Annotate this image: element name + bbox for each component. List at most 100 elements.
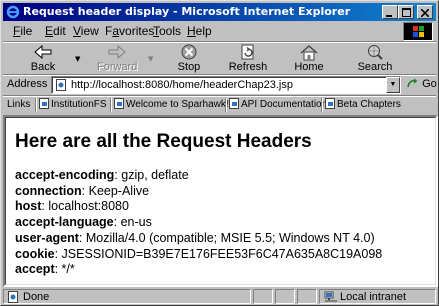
- header-value: : JSESSIONID=B39E7E176FEE53F6C47A635A8C1…: [54, 246, 383, 261]
- close-button[interactable]: [417, 5, 433, 19]
- menu-file-label: ile: [20, 24, 33, 38]
- windows-flag-icon: [413, 26, 424, 37]
- header-row: connection: Keep-Alive: [15, 184, 382, 200]
- home-icon: [300, 45, 318, 61]
- refresh-button[interactable]: Refresh: [225, 43, 271, 74]
- address-label: Address: [7, 78, 48, 90]
- minimize-icon: [386, 15, 392, 17]
- done-page-icon: [8, 291, 18, 303]
- request-headers-list: accept-encoding: gzip, deflate connectio…: [15, 168, 382, 278]
- header-name: accept-language: [15, 215, 114, 230]
- header-name: accept-encoding: [15, 168, 115, 182]
- header-row: accept-language: en-us: [15, 215, 382, 231]
- header-value: : Mozilla/4.0 (compatible; MSIE 5.5; Win…: [78, 230, 375, 245]
- status-pane: Done: [3, 289, 251, 304]
- menu-view-label: iew: [80, 24, 99, 38]
- header-value: : Keep-Alive: [81, 183, 150, 198]
- links-divider: [321, 98, 323, 112]
- browser-window: Request header display - Microsoft Inter…: [0, 0, 439, 306]
- page-heading: Here are all the Request Headers: [15, 131, 312, 152]
- menu-favorites[interactable]: Favorites: [105, 24, 154, 38]
- menu-tools[interactable]: Tools: [153, 24, 181, 38]
- link-page-icon: [325, 98, 335, 109]
- go-label: Go: [422, 78, 437, 90]
- forward-label: Forward: [97, 61, 138, 73]
- header-row: accept: */*: [15, 262, 382, 278]
- status-text: Done: [23, 291, 50, 303]
- stop-button[interactable]: Stop: [171, 43, 207, 74]
- header-value: : */*: [54, 262, 75, 277]
- address-input[interactable]: http://localhost:8080/home/headerChap23.…: [51, 76, 401, 94]
- address-dropdown-icon[interactable]: ▼: [386, 77, 400, 93]
- zone-pane[interactable]: Local intranet: [319, 289, 436, 304]
- link-api-documentation[interactable]: API Documentation: [229, 98, 327, 110]
- refresh-icon: [241, 44, 254, 60]
- menu-edit-accel: E: [45, 24, 54, 38]
- link-label: InstitutionFS: [51, 99, 107, 110]
- link-welcome-sparhawk[interactable]: Welcome to Sparhawk!: [114, 98, 229, 110]
- links-label: Links: [7, 99, 31, 110]
- status-bar: Done Local intranet: [3, 288, 436, 305]
- page-icon: [56, 79, 66, 91]
- header-name: cookie: [15, 246, 55, 261]
- link-page-icon: [114, 98, 124, 109]
- back-button[interactable]: Back: [23, 43, 63, 74]
- status-pane-empty: [275, 289, 295, 304]
- maximize-button[interactable]: [398, 5, 414, 19]
- menu-tools-label: ools: [159, 24, 182, 38]
- menu-edit[interactable]: Edit: [45, 24, 66, 38]
- menu-file[interactable]: File: [13, 24, 32, 38]
- link-institutionfs[interactable]: InstitutionFS: [39, 98, 107, 110]
- forward-arrow-icon: [108, 44, 126, 60]
- forward-dropdown-icon[interactable]: ▼: [148, 55, 153, 63]
- link-page-icon: [229, 98, 239, 109]
- menu-help-label: elp: [195, 24, 212, 38]
- link-label: API Documentation: [241, 99, 328, 110]
- minimize-button[interactable]: [382, 5, 398, 19]
- standard-toolbar: Back ▼ Forward ▼ Stop Refresh Home Searc…: [3, 42, 436, 74]
- link-beta-chapters[interactable]: Beta Chapters: [325, 98, 401, 110]
- back-label: Back: [30, 61, 56, 73]
- link-label: Welcome to Sparhawk!: [126, 99, 229, 110]
- header-name: accept: [15, 262, 55, 277]
- header-value: : localhost:8080: [41, 199, 129, 214]
- header-value: : gzip, deflate: [114, 168, 189, 182]
- menu-favorites-label: vorites: [119, 24, 155, 38]
- header-name: connection: [15, 183, 82, 198]
- links-divider: [225, 98, 227, 112]
- menu-help[interactable]: Help: [187, 24, 212, 38]
- title-bar[interactable]: Request header display - Microsoft Inter…: [3, 3, 436, 21]
- menu-view[interactable]: View: [73, 24, 99, 38]
- links-divider: [110, 98, 112, 112]
- back-dropdown-icon[interactable]: ▼: [75, 55, 80, 63]
- windows-logo-icon: [403, 22, 433, 41]
- address-bar: Address http://localhost:8080/home/heade…: [3, 75, 437, 95]
- header-row: user-agent: Mozilla/4.0 (compatible; MSI…: [15, 231, 382, 247]
- intranet-zone-icon: [324, 291, 337, 302]
- address-url: http://localhost:8080/home/headerChap23.…: [71, 79, 293, 91]
- page-viewport[interactable]: Here are all the Request Headers accept-…: [3, 115, 438, 287]
- stop-label: Stop: [177, 61, 201, 73]
- go-button[interactable]: Go: [407, 78, 437, 90]
- back-arrow-icon: [34, 44, 52, 60]
- maximize-icon: [401, 8, 411, 17]
- ie-logo-icon: [6, 5, 20, 19]
- stop-icon: [181, 44, 197, 60]
- search-button[interactable]: Search: [353, 43, 397, 74]
- menu-help-accel: H: [187, 24, 196, 38]
- menu-edit-label: dit: [53, 24, 66, 38]
- links-bar: Links InstitutionFS Welcome to Sparhawk!…: [3, 96, 436, 114]
- status-pane-empty: [253, 289, 273, 304]
- links-divider: [35, 98, 37, 112]
- menu-view-accel: V: [73, 24, 81, 38]
- window-title: Request header display - Microsoft Inter…: [23, 5, 351, 18]
- page-content: Here are all the Request Headers accept-…: [5, 117, 436, 285]
- refresh-label: Refresh: [228, 61, 268, 73]
- home-button[interactable]: Home: [289, 43, 329, 74]
- forward-button[interactable]: Forward: [97, 43, 137, 74]
- home-label: Home: [294, 61, 324, 73]
- search-globe-icon: [368, 45, 383, 60]
- header-value: : en-us: [113, 215, 152, 230]
- link-page-icon: [39, 98, 49, 109]
- status-pane-empty: [297, 289, 317, 304]
